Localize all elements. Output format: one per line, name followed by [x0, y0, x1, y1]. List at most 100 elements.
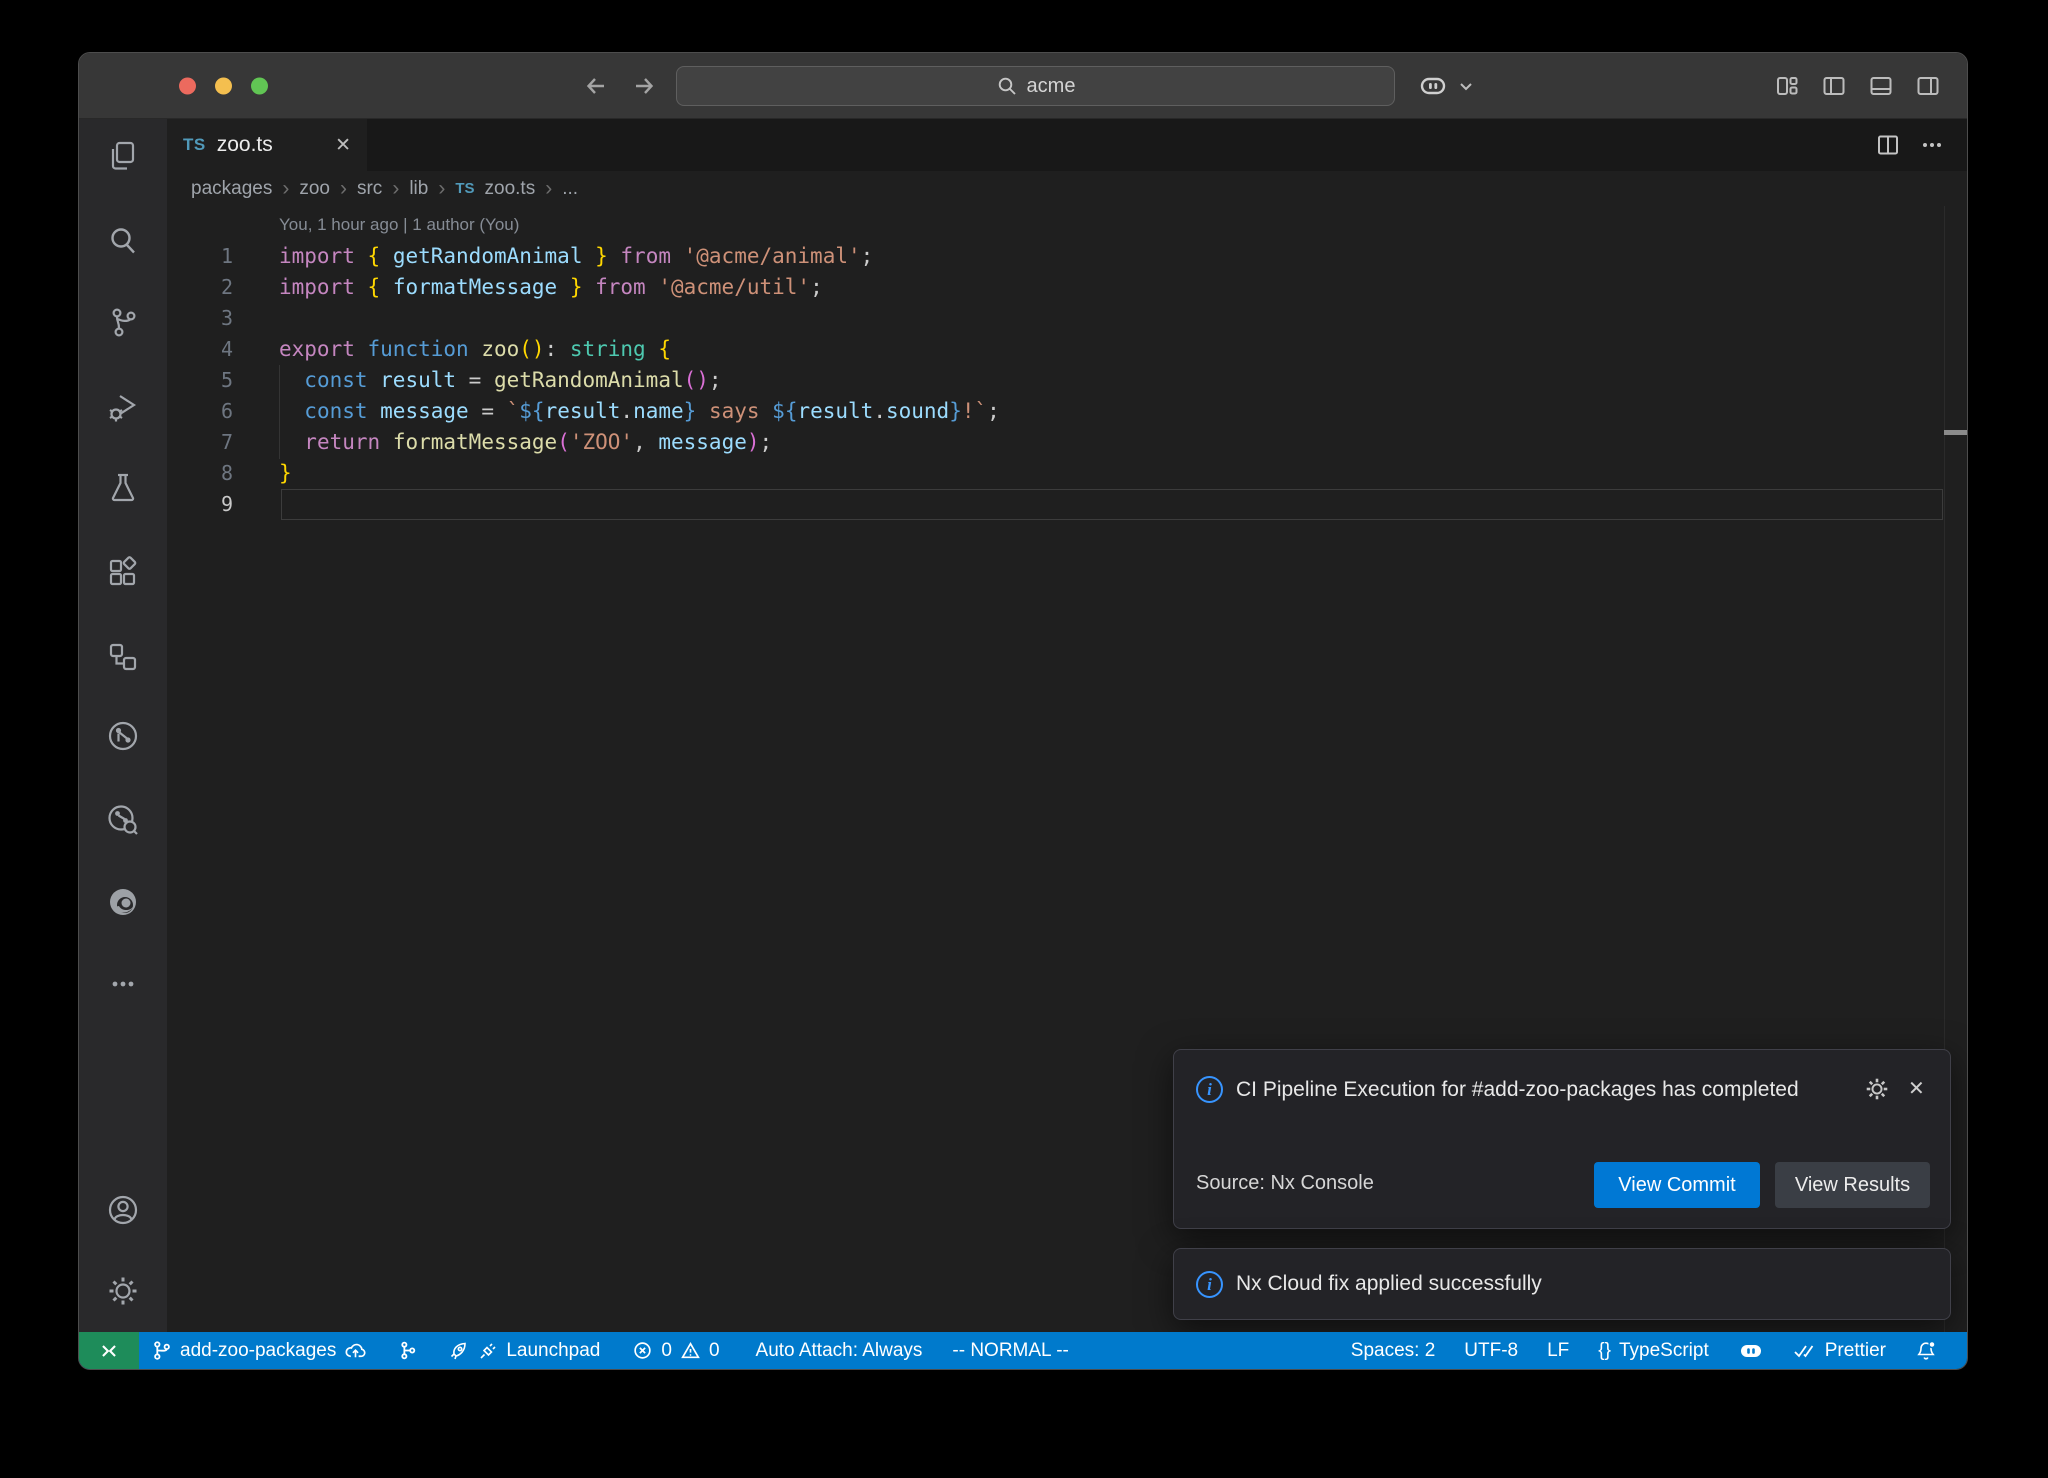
more-views-icon[interactable] [106, 967, 140, 1001]
breadcrumb-separator: › [340, 178, 347, 199]
settings-gear-icon[interactable] [106, 1274, 140, 1308]
vim-mode-status[interactable]: -- NORMAL -- [952, 1340, 1068, 1362]
editor-more-actions-icon[interactable] [1919, 132, 1945, 158]
breadcrumb-separator: › [392, 178, 399, 199]
customize-layout-icon[interactable] [1774, 73, 1800, 99]
code-line[interactable]: return formatMessage('ZOO', message); [279, 427, 772, 458]
breadcrumb-item[interactable]: src [357, 178, 382, 200]
command-center-search[interactable]: acme [676, 66, 1395, 106]
warning-count: 0 [709, 1340, 720, 1362]
code-line[interactable]: import { getRandomAnimal } from '@acme/a… [279, 241, 873, 272]
edge-browser-icon[interactable] [106, 885, 140, 919]
notification-source: Source: Nx Console [1196, 1170, 1374, 1197]
search-icon [996, 75, 1018, 97]
line-number: 9 [167, 489, 233, 520]
extensions-icon[interactable] [106, 555, 140, 589]
title-bar: acme [79, 53, 1967, 119]
tab-bar: TS zoo.ts ✕ [167, 119, 1967, 171]
breadcrumb-separator: › [438, 178, 445, 199]
copilot-icon [1417, 70, 1449, 102]
notification-settings-gear-icon[interactable] [1864, 1076, 1890, 1102]
view-results-button[interactable]: View Results [1775, 1162, 1930, 1208]
code-line[interactable]: import { formatMessage } from '@acme/uti… [279, 272, 823, 303]
notification-message: Nx Cloud fix applied successfully [1236, 1249, 1542, 1319]
language-mode-status[interactable]: {} TypeScript [1598, 1340, 1708, 1362]
toggle-panel-icon[interactable] [1868, 73, 1894, 99]
code-line[interactable]: export function zoo(): string { [279, 334, 671, 365]
code-line[interactable]: } [279, 458, 292, 489]
tab-zoo-ts[interactable]: TS zoo.ts ✕ [167, 119, 367, 171]
plug-icon [478, 1341, 498, 1361]
line-number: 6 [167, 396, 233, 427]
notifications-bell[interactable] [1915, 1340, 1937, 1362]
notification-message: CI Pipeline Execution for #add-zoo-packa… [1236, 1071, 1856, 1109]
status-bar: add-zoo-packages Launchpad [79, 1332, 1967, 1369]
notification-close-icon[interactable]: ✕ [1908, 1076, 1925, 1102]
zoom-window-button[interactable] [251, 77, 268, 94]
typescript-file-icon: TS [455, 180, 474, 197]
breadcrumb-file[interactable]: zoo.ts [485, 178, 536, 200]
code-line[interactable]: const result = getRandomAnimal(); [279, 365, 722, 396]
braces-icon: {} [1598, 1340, 1611, 1362]
line-number: 5 [167, 365, 233, 396]
line-number: 1 [167, 241, 233, 272]
copilot-status[interactable] [1738, 1338, 1764, 1364]
encoding-status[interactable]: UTF-8 [1464, 1340, 1518, 1362]
breadcrumb-item[interactable]: zoo [299, 178, 330, 200]
line-number: 3 [167, 303, 233, 334]
project-graph-icon[interactable] [106, 640, 140, 674]
breadcrumb-overflow[interactable]: ... [562, 178, 578, 200]
breadcrumb-item[interactable]: packages [191, 178, 272, 200]
formatter-status[interactable]: Prettier [1793, 1340, 1886, 1362]
nx-pipeline-status[interactable] [397, 1340, 418, 1361]
indentation-status[interactable]: Spaces: 2 [1351, 1340, 1436, 1362]
close-window-button[interactable] [179, 77, 196, 94]
forward-arrow-icon[interactable] [629, 71, 659, 101]
problems-status[interactable]: 0 0 [632, 1340, 719, 1362]
back-arrow-icon[interactable] [581, 71, 611, 101]
source-control-icon[interactable] [106, 305, 140, 339]
double-check-icon [1793, 1341, 1817, 1361]
account-icon[interactable] [106, 1193, 140, 1227]
breadcrumb-separator: › [282, 178, 289, 199]
remote-indicator[interactable] [79, 1332, 139, 1369]
split-editor-icon[interactable] [1875, 132, 1901, 158]
rocket-icon [448, 1340, 470, 1362]
indent-guide [279, 365, 280, 459]
run-and-debug-icon[interactable] [106, 389, 140, 423]
close-tab-icon[interactable]: ✕ [335, 134, 351, 157]
eol-status[interactable]: LF [1547, 1340, 1569, 1362]
breadcrumb-separator: › [545, 178, 552, 199]
publish-cloud-icon [344, 1339, 367, 1362]
copilot-menu[interactable] [1417, 53, 1475, 118]
nx-console-icon[interactable] [106, 719, 140, 753]
encoding-label: UTF-8 [1464, 1340, 1518, 1362]
git-branch-status[interactable]: add-zoo-packages [151, 1339, 367, 1362]
view-commit-button[interactable]: View Commit [1594, 1162, 1760, 1208]
minimize-window-button[interactable] [215, 77, 232, 94]
code-line[interactable]: const message = `${result.name} says ${r… [279, 396, 1000, 427]
language-label: TypeScript [1619, 1340, 1709, 1362]
toggle-primary-sidebar-icon[interactable] [1821, 73, 1847, 99]
overview-ruler-cursor-mark [1944, 430, 1967, 435]
breadcrumb-item[interactable]: lib [409, 178, 428, 200]
launchpad-label: Launchpad [506, 1340, 600, 1362]
git-blame-annotation[interactable]: You, 1 hour ago | 1 author (You) [279, 212, 519, 238]
toggle-secondary-sidebar-icon[interactable] [1915, 73, 1941, 99]
formatter-label: Prettier [1825, 1340, 1886, 1362]
launchpad-status[interactable]: Launchpad [448, 1340, 600, 1362]
line-number: 4 [167, 334, 233, 365]
line-number: 7 [167, 427, 233, 458]
auto-attach-label: Auto Attach: Always [756, 1340, 923, 1362]
tab-label: zoo.ts [217, 133, 273, 157]
line-number: 2 [167, 272, 233, 303]
code-editor[interactable]: 123456789 You, 1 hour ago | 1 author (Yo… [167, 206, 1967, 1332]
testing-icon[interactable] [106, 471, 140, 505]
search-view-icon[interactable] [106, 224, 140, 258]
files-icon[interactable] [106, 139, 140, 173]
error-count: 0 [661, 1340, 672, 1362]
bell-icon [1915, 1340, 1937, 1362]
copilot-icon [1738, 1338, 1764, 1364]
nx-graph-search-icon[interactable] [106, 803, 140, 837]
auto-attach-status[interactable]: Auto Attach: Always [756, 1340, 923, 1362]
